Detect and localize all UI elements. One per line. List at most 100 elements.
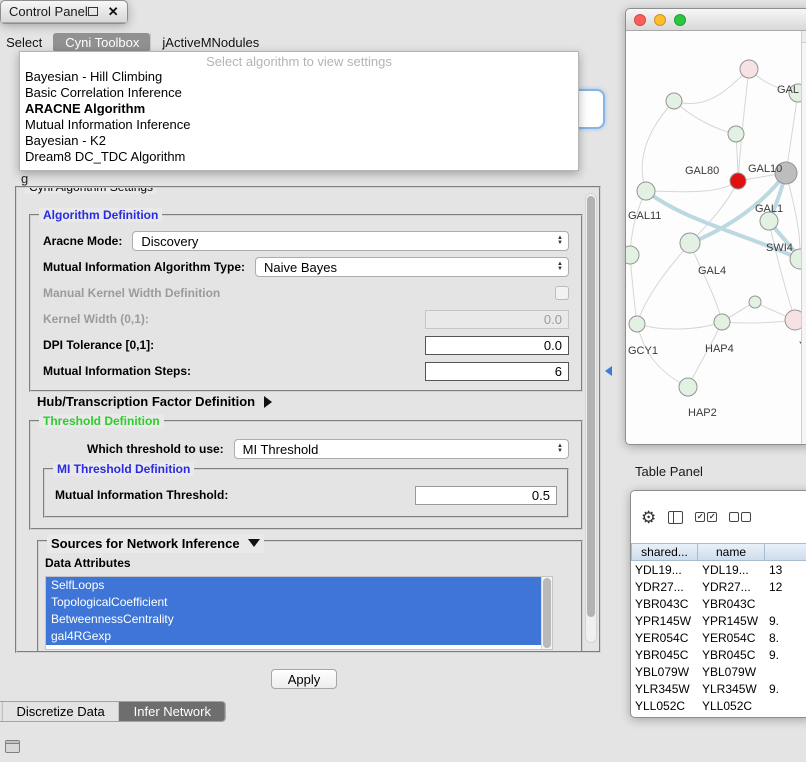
table-cell: YBR043C	[698, 597, 765, 611]
network-node[interactable]	[679, 378, 697, 396]
mi-type-select[interactable]: Naive Bayes ▲▼	[255, 257, 569, 277]
table-row[interactable]: YLL052CYLL052C	[631, 697, 806, 714]
mi-threshold-field[interactable]: 0.5	[415, 486, 557, 505]
algorithm-option[interactable]: Dream8 DC_TDC Algorithm	[20, 149, 578, 165]
network-node[interactable]	[626, 246, 639, 264]
network-node[interactable]	[637, 182, 655, 200]
table-row[interactable]: YER054CYER054C8.	[631, 629, 806, 646]
tab-label: Cyni Toolbox	[65, 35, 139, 50]
network-edge[interactable]	[786, 93, 798, 173]
table-cell: YLL052C	[698, 699, 765, 713]
data-attributes-label: Data Attributes	[45, 556, 581, 570]
table-panel-window: ⚙ ✓✓ shared...name YDL19...YDL19...13YDR…	[630, 490, 806, 718]
kernel-width-field[interactable]: 0.0	[425, 310, 569, 329]
dpi-tolerance-field[interactable]: 0.0	[425, 336, 569, 355]
algorithm-option[interactable]: Basic Correlation Inference	[20, 85, 578, 101]
settings-scrollbar[interactable]	[585, 193, 597, 643]
node-label: GAL11	[628, 210, 661, 222]
table-row[interactable]: YBR045CYBR045C9.	[631, 646, 806, 663]
column-header[interactable]: name	[698, 543, 765, 561]
algorithm-option[interactable]: Mutual Information Inference	[20, 117, 578, 133]
zoom-traffic-light[interactable]	[674, 14, 686, 26]
network-node[interactable]	[666, 93, 682, 109]
attribute-list[interactable]: SelfLoopsTopologicalCoefficientBetweenne…	[45, 576, 553, 650]
expander-arrow-down-icon	[248, 539, 260, 553]
mi-steps-label: Mutual Information Steps:	[43, 364, 191, 378]
network-edge[interactable]	[722, 320, 795, 323]
apply-button[interactable]: Apply	[271, 669, 337, 689]
mi-steps-field[interactable]: 6	[425, 362, 569, 381]
tab-cyni-toolbox[interactable]: Cyni Toolbox	[53, 33, 150, 52]
network-graph[interactable]: GALGAL80GAL10GAL11GAL1SWI4GAL4GCY1HAP4YH…	[626, 31, 806, 445]
mi-type-row: Mutual Information Algorithm Type: Naive…	[43, 254, 569, 280]
network-node[interactable]	[749, 296, 761, 308]
control-panel-window: Control Panel ✕ NetworkStyleSelectCyni T…	[0, 0, 128, 24]
bottom-tab-discretize-data[interactable]: Discretize Data	[2, 702, 119, 721]
deselect-all-icon[interactable]	[729, 512, 751, 522]
network-edge[interactable]	[642, 101, 674, 191]
attribute-list-item[interactable]: SelfLoops	[46, 577, 541, 594]
sources-group: Sources for Network Inference Data Attri…	[37, 540, 583, 653]
attribute-list-item[interactable]: TopologicalCoefficient	[46, 594, 541, 611]
which-threshold-value: MI Threshold	[243, 442, 319, 457]
network-edge[interactable]	[674, 101, 736, 134]
tab-select[interactable]: Select	[0, 33, 53, 52]
network-edge[interactable]	[690, 243, 722, 322]
columns-icon[interactable]	[668, 511, 683, 524]
node-label: GAL	[777, 84, 799, 96]
column-header[interactable]: shared...	[631, 543, 698, 561]
network-canvas[interactable]: GALGAL80GAL10GAL11GAL1SWI4GAL4GCY1HAP4YH…	[626, 31, 806, 444]
network-node[interactable]	[730, 173, 746, 189]
network-scrollbar[interactable]	[801, 31, 806, 444]
hub-definition-expander[interactable]: Hub/Transcription Factor Definition	[37, 394, 278, 409]
table-cell: YDL19...	[698, 563, 765, 577]
network-edge[interactable]	[630, 191, 646, 255]
table-header: shared...name	[631, 543, 806, 561]
table-row[interactable]: YBL079WYBL079W	[631, 663, 806, 680]
network-node[interactable]	[740, 60, 758, 78]
network-edge[interactable]	[637, 322, 722, 329]
network-edge[interactable]	[630, 255, 637, 324]
bottom-tab-infer-network[interactable]: Infer Network	[119, 702, 225, 721]
float-window-icon[interactable]	[88, 7, 98, 16]
table-row[interactable]: YDL19...YDL19...13	[631, 561, 806, 578]
network-node[interactable]	[714, 314, 730, 330]
node-label: GCY1	[628, 345, 658, 357]
panel-collapse-arrow[interactable]	[605, 366, 612, 376]
network-edge[interactable]	[674, 69, 749, 104]
attribute-list-item[interactable]: BetweennessCentrality	[46, 611, 541, 628]
sources-title: Sources for Network Inference	[51, 536, 240, 551]
algorithm-option[interactable]: Bayesian - K2	[20, 133, 578, 149]
minimized-panel-icon[interactable]	[5, 740, 20, 753]
minimize-traffic-light[interactable]	[654, 14, 666, 26]
threshold-definition-title: Threshold Definition	[39, 414, 164, 428]
table-row[interactable]: YLR345WYLR345W9.	[631, 680, 806, 697]
network-edge[interactable]	[637, 243, 690, 324]
algorithm-option[interactable]: ARACNE Algorithm	[20, 101, 578, 117]
table-toolbar: ⚙ ✓✓	[631, 491, 806, 543]
select-all-icon[interactable]: ✓✓	[695, 512, 717, 522]
aracne-mode-select[interactable]: Discovery ▲▼	[132, 231, 569, 251]
control-panel-titlebar[interactable]: Control Panel ✕	[1, 1, 127, 23]
close-traffic-light[interactable]	[634, 14, 646, 26]
gear-icon[interactable]: ⚙	[641, 509, 656, 526]
tab-jactivemnodules[interactable]: jActiveMNodules	[150, 33, 270, 52]
network-node[interactable]	[629, 316, 645, 332]
attribute-list-scrollbar[interactable]	[541, 577, 552, 649]
close-icon[interactable]: ✕	[108, 4, 119, 20]
sources-expander[interactable]: Sources for Network Inference	[47, 534, 264, 553]
network-edge[interactable]	[646, 181, 738, 192]
network-window-titlebar[interactable]	[626, 9, 806, 31]
table-row[interactable]: YBR043CYBR043C	[631, 595, 806, 612]
table-row[interactable]: YDR27...YDR27...12	[631, 578, 806, 595]
attribute-list-item[interactable]: gal4RGexp	[46, 628, 541, 645]
table-body: YDL19...YDL19...13YDR27...YDR27...12YBR0…	[631, 561, 806, 714]
network-node[interactable]	[728, 126, 744, 142]
manual-kernel-checkbox[interactable]	[555, 286, 569, 300]
which-threshold-select[interactable]: MI Threshold ▲▼	[234, 439, 569, 459]
network-node[interactable]	[680, 233, 700, 253]
column-header[interactable]	[765, 543, 806, 561]
table-cell: YER054C	[631, 631, 698, 645]
table-row[interactable]: YPR145WYPR145W9.	[631, 612, 806, 629]
algorithm-option[interactable]: Bayesian - Hill Climbing	[20, 69, 578, 85]
